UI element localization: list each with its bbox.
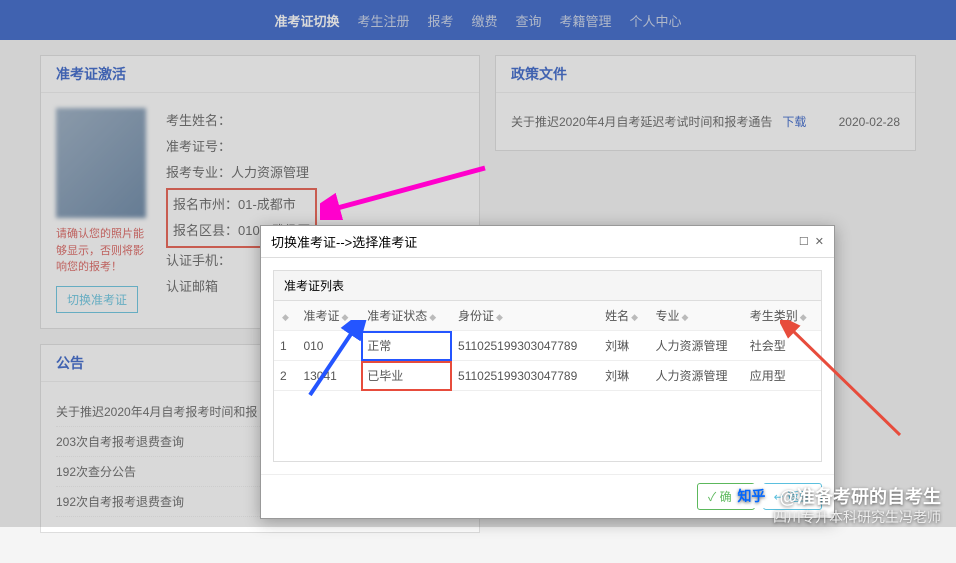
red-arrow-annotation [780, 320, 910, 440]
author-watermark: 四川专升本科研究生冯老师 [773, 507, 941, 527]
zhihu-logo-icon: 知乎 [731, 484, 771, 508]
blue-arrow-annotation [300, 320, 370, 400]
col-major[interactable]: 专业◆ [650, 301, 744, 331]
col-status[interactable]: 准考证状态◆ [361, 301, 452, 331]
ticket-list-title: 准考证列表 [274, 271, 821, 301]
col-name[interactable]: 姓名◆ [599, 301, 649, 331]
zhihu-watermark: 知乎 @准备考研的自考生 [731, 483, 941, 509]
col-idx[interactable]: ◆ [274, 301, 297, 331]
col-id[interactable]: 身份证◆ [452, 301, 599, 331]
magenta-arrow-annotation [320, 160, 490, 220]
close-icon[interactable]: ✕ [815, 235, 824, 248]
maximize-icon[interactable]: ☐ [799, 235, 809, 248]
dialog-title: 切换准考证-->选择准考证 [271, 232, 417, 251]
